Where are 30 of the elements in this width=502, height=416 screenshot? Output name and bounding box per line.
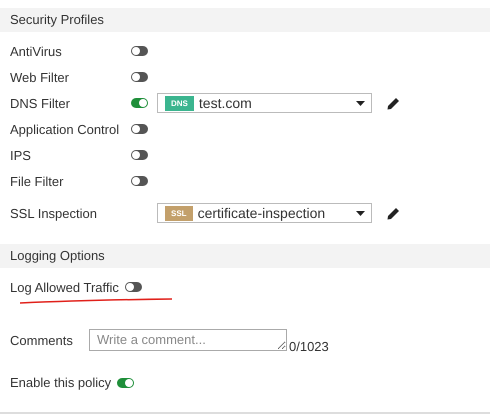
toggle-switch[interactable] bbox=[131, 124, 148, 134]
field-label: Application Control bbox=[10, 122, 120, 136]
field-label: Enable this policy bbox=[10, 375, 112, 390]
field-label: DNS Filter bbox=[10, 96, 71, 110]
field-label: AntiVirus bbox=[10, 44, 63, 58]
character-counter: 0/1023 bbox=[289, 339, 329, 354]
toggle-switch[interactable] bbox=[131, 46, 148, 56]
profile-tag: DNS bbox=[165, 96, 194, 110]
toggle-switch[interactable] bbox=[131, 176, 148, 186]
toggle-switch[interactable] bbox=[131, 98, 148, 108]
pencil-icon[interactable] bbox=[387, 206, 400, 220]
toggle-switch[interactable] bbox=[131, 72, 148, 82]
profile-tag: SSL bbox=[165, 206, 193, 220]
field-label: Web Filter bbox=[10, 70, 70, 84]
comment-field[interactable]: Write a comment... bbox=[89, 329, 287, 351]
toggle-switch[interactable] bbox=[124, 282, 142, 292]
field-label: Comments bbox=[10, 332, 74, 348]
section-header: Security Profiles bbox=[0, 8, 490, 32]
toggle-switch[interactable] bbox=[117, 378, 134, 388]
field-label: Log Allowed Traffic bbox=[10, 280, 119, 294]
profile-dropdown[interactable]: SSL certificate-inspection bbox=[157, 203, 372, 223]
field-label: IPS bbox=[10, 148, 32, 162]
field-label: SSL Inspection bbox=[10, 206, 98, 220]
field-label: File Filter bbox=[10, 174, 64, 188]
caret-icon bbox=[356, 100, 365, 106]
profile-dropdown[interactable]: DNS test.com bbox=[157, 93, 372, 113]
section-header: Logging Options bbox=[0, 244, 490, 268]
toggle-switch[interactable] bbox=[131, 150, 148, 160]
pencil-icon[interactable] bbox=[387, 96, 400, 110]
caret-icon bbox=[356, 210, 365, 216]
